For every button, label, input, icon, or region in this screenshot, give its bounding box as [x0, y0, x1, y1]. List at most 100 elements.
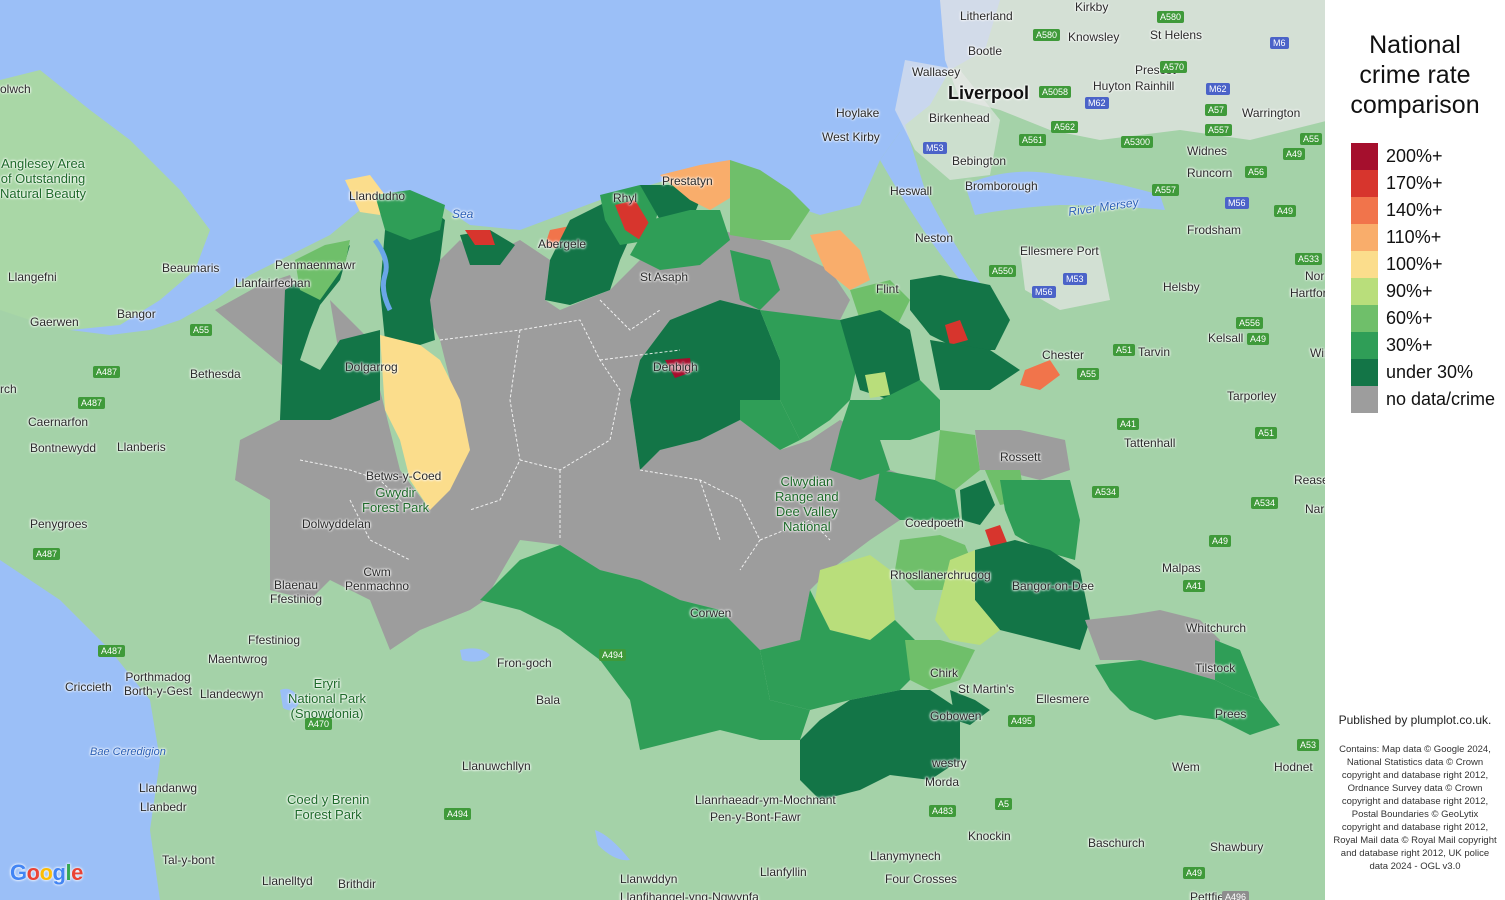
- place-dolwyddelan[interactable]: Dolwyddelan: [302, 517, 371, 531]
- place-ffestiniog[interactable]: Ffestiniog: [248, 633, 300, 647]
- place-maentwrog[interactable]: Maentwrog: [208, 652, 267, 666]
- label-clwydian[interactable]: Clwydian Range and Dee Valley National: [775, 474, 839, 534]
- place-birkenhead[interactable]: Birkenhead: [929, 111, 990, 125]
- place-rainhill[interactable]: Rainhill: [1135, 79, 1174, 93]
- label-gwydir-forest[interactable]: Gwydir Forest Park: [362, 485, 429, 515]
- place-four-crosses[interactable]: Four Crosses: [885, 872, 957, 886]
- place-hoylake[interactable]: Hoylake: [836, 106, 879, 120]
- place-tal-y-bont[interactable]: Tal-y-bont: [162, 853, 215, 867]
- place-rossett[interactable]: Rossett: [1000, 450, 1041, 464]
- place-hartford[interactable]: Hartford: [1290, 286, 1325, 300]
- place-llanwddyn[interactable]: Llanwddyn: [620, 872, 677, 886]
- place-runcorn[interactable]: Runcorn: [1187, 166, 1232, 180]
- place-denbigh[interactable]: Denbigh: [653, 360, 698, 374]
- place-nor[interactable]: Nor: [1305, 269, 1324, 283]
- place-tattenhall[interactable]: Tattenhall: [1124, 436, 1175, 450]
- place-llanrhaeadr[interactable]: Llanrhaeadr-ym-Mochnant: [695, 793, 836, 807]
- place-st-helens[interactable]: St Helens: [1150, 28, 1202, 42]
- place-chester[interactable]: Chester: [1042, 348, 1084, 362]
- place-bethesda[interactable]: Bethesda: [190, 367, 241, 381]
- place-llanfairfechan[interactable]: Llanfairfechan: [235, 276, 310, 290]
- place-flint[interactable]: Flint: [876, 282, 899, 296]
- place-llanelltyd[interactable]: Llanelltyd: [262, 874, 313, 888]
- place-rhos[interactable]: Rhosllanerchrugog: [890, 568, 991, 582]
- place-bromborough[interactable]: Bromborough: [965, 179, 1038, 193]
- place-porthmadog[interactable]: Porthmadog Borth-y-Gest: [124, 670, 192, 698]
- place-tilstock[interactable]: Tilstock: [1195, 661, 1235, 675]
- place-llanberis[interactable]: Llanberis: [117, 440, 166, 454]
- place-wem[interactable]: Wem: [1172, 760, 1200, 774]
- place-pen-y-bont[interactable]: Pen-y-Bont-Fawr: [710, 810, 801, 824]
- place-penygroes[interactable]: Penygroes: [30, 517, 87, 531]
- label-sea[interactable]: Sea: [452, 207, 473, 221]
- place-whitchurch[interactable]: Whitchurch: [1186, 621, 1246, 635]
- place-tarporley[interactable]: Tarporley: [1227, 389, 1276, 403]
- label-eryri[interactable]: Eryri National Park (Snowdonia): [288, 676, 366, 721]
- place-dolgarrog[interactable]: Dolgarrog: [345, 360, 398, 374]
- place-llangefni[interactable]: Llangefni: [8, 270, 57, 284]
- map[interactable]: Liverpool Litherland Kirkby Knowsley St …: [0, 0, 1325, 900]
- place-win[interactable]: Win: [1310, 346, 1325, 360]
- place-neston[interactable]: Neston: [915, 231, 953, 245]
- place-kirkby[interactable]: Kirkby: [1075, 0, 1108, 14]
- place-llanbedr[interactable]: Llanbedr: [140, 800, 187, 814]
- label-bae-ceredigion[interactable]: Bae Ceredigion: [90, 746, 166, 758]
- place-chirk[interactable]: Chirk: [930, 666, 958, 680]
- place-llanfihangel[interactable]: Llanfihangel-yng-Ngwynfa: [620, 890, 759, 900]
- place-blaenau[interactable]: Blaenau Ffestiniog: [270, 578, 322, 606]
- place-warrington[interactable]: Warrington: [1242, 106, 1300, 120]
- place-baschurch[interactable]: Baschurch: [1088, 836, 1145, 850]
- place-helsby[interactable]: Helsby: [1163, 280, 1200, 294]
- place-llanuwchllyn[interactable]: Llanuwchllyn: [462, 759, 531, 773]
- place-coedpoeth[interactable]: Coedpoeth: [905, 516, 964, 530]
- place-st-martins[interactable]: St Martin's: [958, 682, 1014, 696]
- place-llanymynech[interactable]: Llanymynech: [870, 849, 941, 863]
- place-abergele[interactable]: Abergele: [538, 237, 586, 251]
- place-cwm-penmachno[interactable]: Cwm Penmachno: [345, 565, 409, 593]
- place-llanfyllin[interactable]: Llanfyllin: [760, 865, 807, 879]
- place-holyhead-cut[interactable]: olwch: [0, 82, 31, 96]
- place-bangor[interactable]: Bangor: [117, 307, 156, 321]
- place-caernarfon[interactable]: Caernarfon: [28, 415, 88, 429]
- place-huyton[interactable]: Huyton: [1093, 79, 1131, 93]
- place-bangor-on-dee[interactable]: Bangor-on-Dee: [1012, 579, 1094, 593]
- place-morda[interactable]: Morda: [925, 775, 959, 789]
- place-corwen[interactable]: Corwen: [690, 606, 731, 620]
- place-st-asaph[interactable]: St Asaph: [640, 270, 688, 284]
- place-rease[interactable]: Rease: [1294, 473, 1325, 487]
- place-brithdir[interactable]: Brithdir: [338, 877, 376, 891]
- place-penmaenmawr[interactable]: Penmaenmawr: [275, 258, 356, 272]
- place-ellesmere[interactable]: Ellesmere: [1036, 692, 1089, 706]
- place-ellesmere-port[interactable]: Ellesmere Port: [1020, 244, 1099, 258]
- place-beaumaris[interactable]: Beaumaris: [162, 261, 219, 275]
- place-knowsley[interactable]: Knowsley: [1068, 30, 1119, 44]
- place-gobowen[interactable]: Gobowen: [930, 709, 981, 723]
- place-hodnet[interactable]: Hodnet: [1274, 760, 1313, 774]
- place-widnes[interactable]: Widnes: [1187, 144, 1227, 158]
- place-bala[interactable]: Bala: [536, 693, 560, 707]
- place-llandanwg[interactable]: Llandanwg: [139, 781, 197, 795]
- place-heswall[interactable]: Heswall: [890, 184, 932, 198]
- place-liverpool[interactable]: Liverpool: [948, 83, 1029, 104]
- place-betws-y-coed[interactable]: Betws-y-Coed: [366, 469, 441, 483]
- place-litherland[interactable]: Litherland: [960, 9, 1013, 23]
- place-rch[interactable]: rch: [0, 382, 17, 396]
- place-llandudno[interactable]: Llandudno: [349, 189, 405, 203]
- place-rhyl[interactable]: Rhyl: [613, 191, 637, 205]
- place-malpas[interactable]: Malpas: [1162, 561, 1201, 575]
- place-gaerwen[interactable]: Gaerwen: [30, 315, 79, 329]
- label-coed-y-brenin[interactable]: Coed y Brenin Forest Park: [287, 792, 369, 822]
- place-fron-goch[interactable]: Fron-goch: [497, 656, 552, 670]
- place-prestatyn[interactable]: Prestatyn: [662, 174, 713, 188]
- place-knockin[interactable]: Knockin: [968, 829, 1011, 843]
- place-bontnewydd[interactable]: Bontnewydd: [30, 441, 96, 455]
- place-oswestry[interactable]: westry: [932, 756, 967, 770]
- place-kelsall[interactable]: Kelsall: [1208, 331, 1243, 345]
- place-bebington[interactable]: Bebington: [952, 154, 1006, 168]
- place-prees[interactable]: Prees: [1215, 707, 1246, 721]
- place-wallasey[interactable]: Wallasey: [912, 65, 960, 79]
- label-anglesey-aonb[interactable]: Anglesey Area of Outstanding Natural Bea…: [0, 156, 86, 201]
- place-criccieth[interactable]: Criccieth: [65, 680, 112, 694]
- place-tarvin[interactable]: Tarvin: [1138, 345, 1170, 359]
- place-frodsham[interactable]: Frodsham: [1187, 223, 1241, 237]
